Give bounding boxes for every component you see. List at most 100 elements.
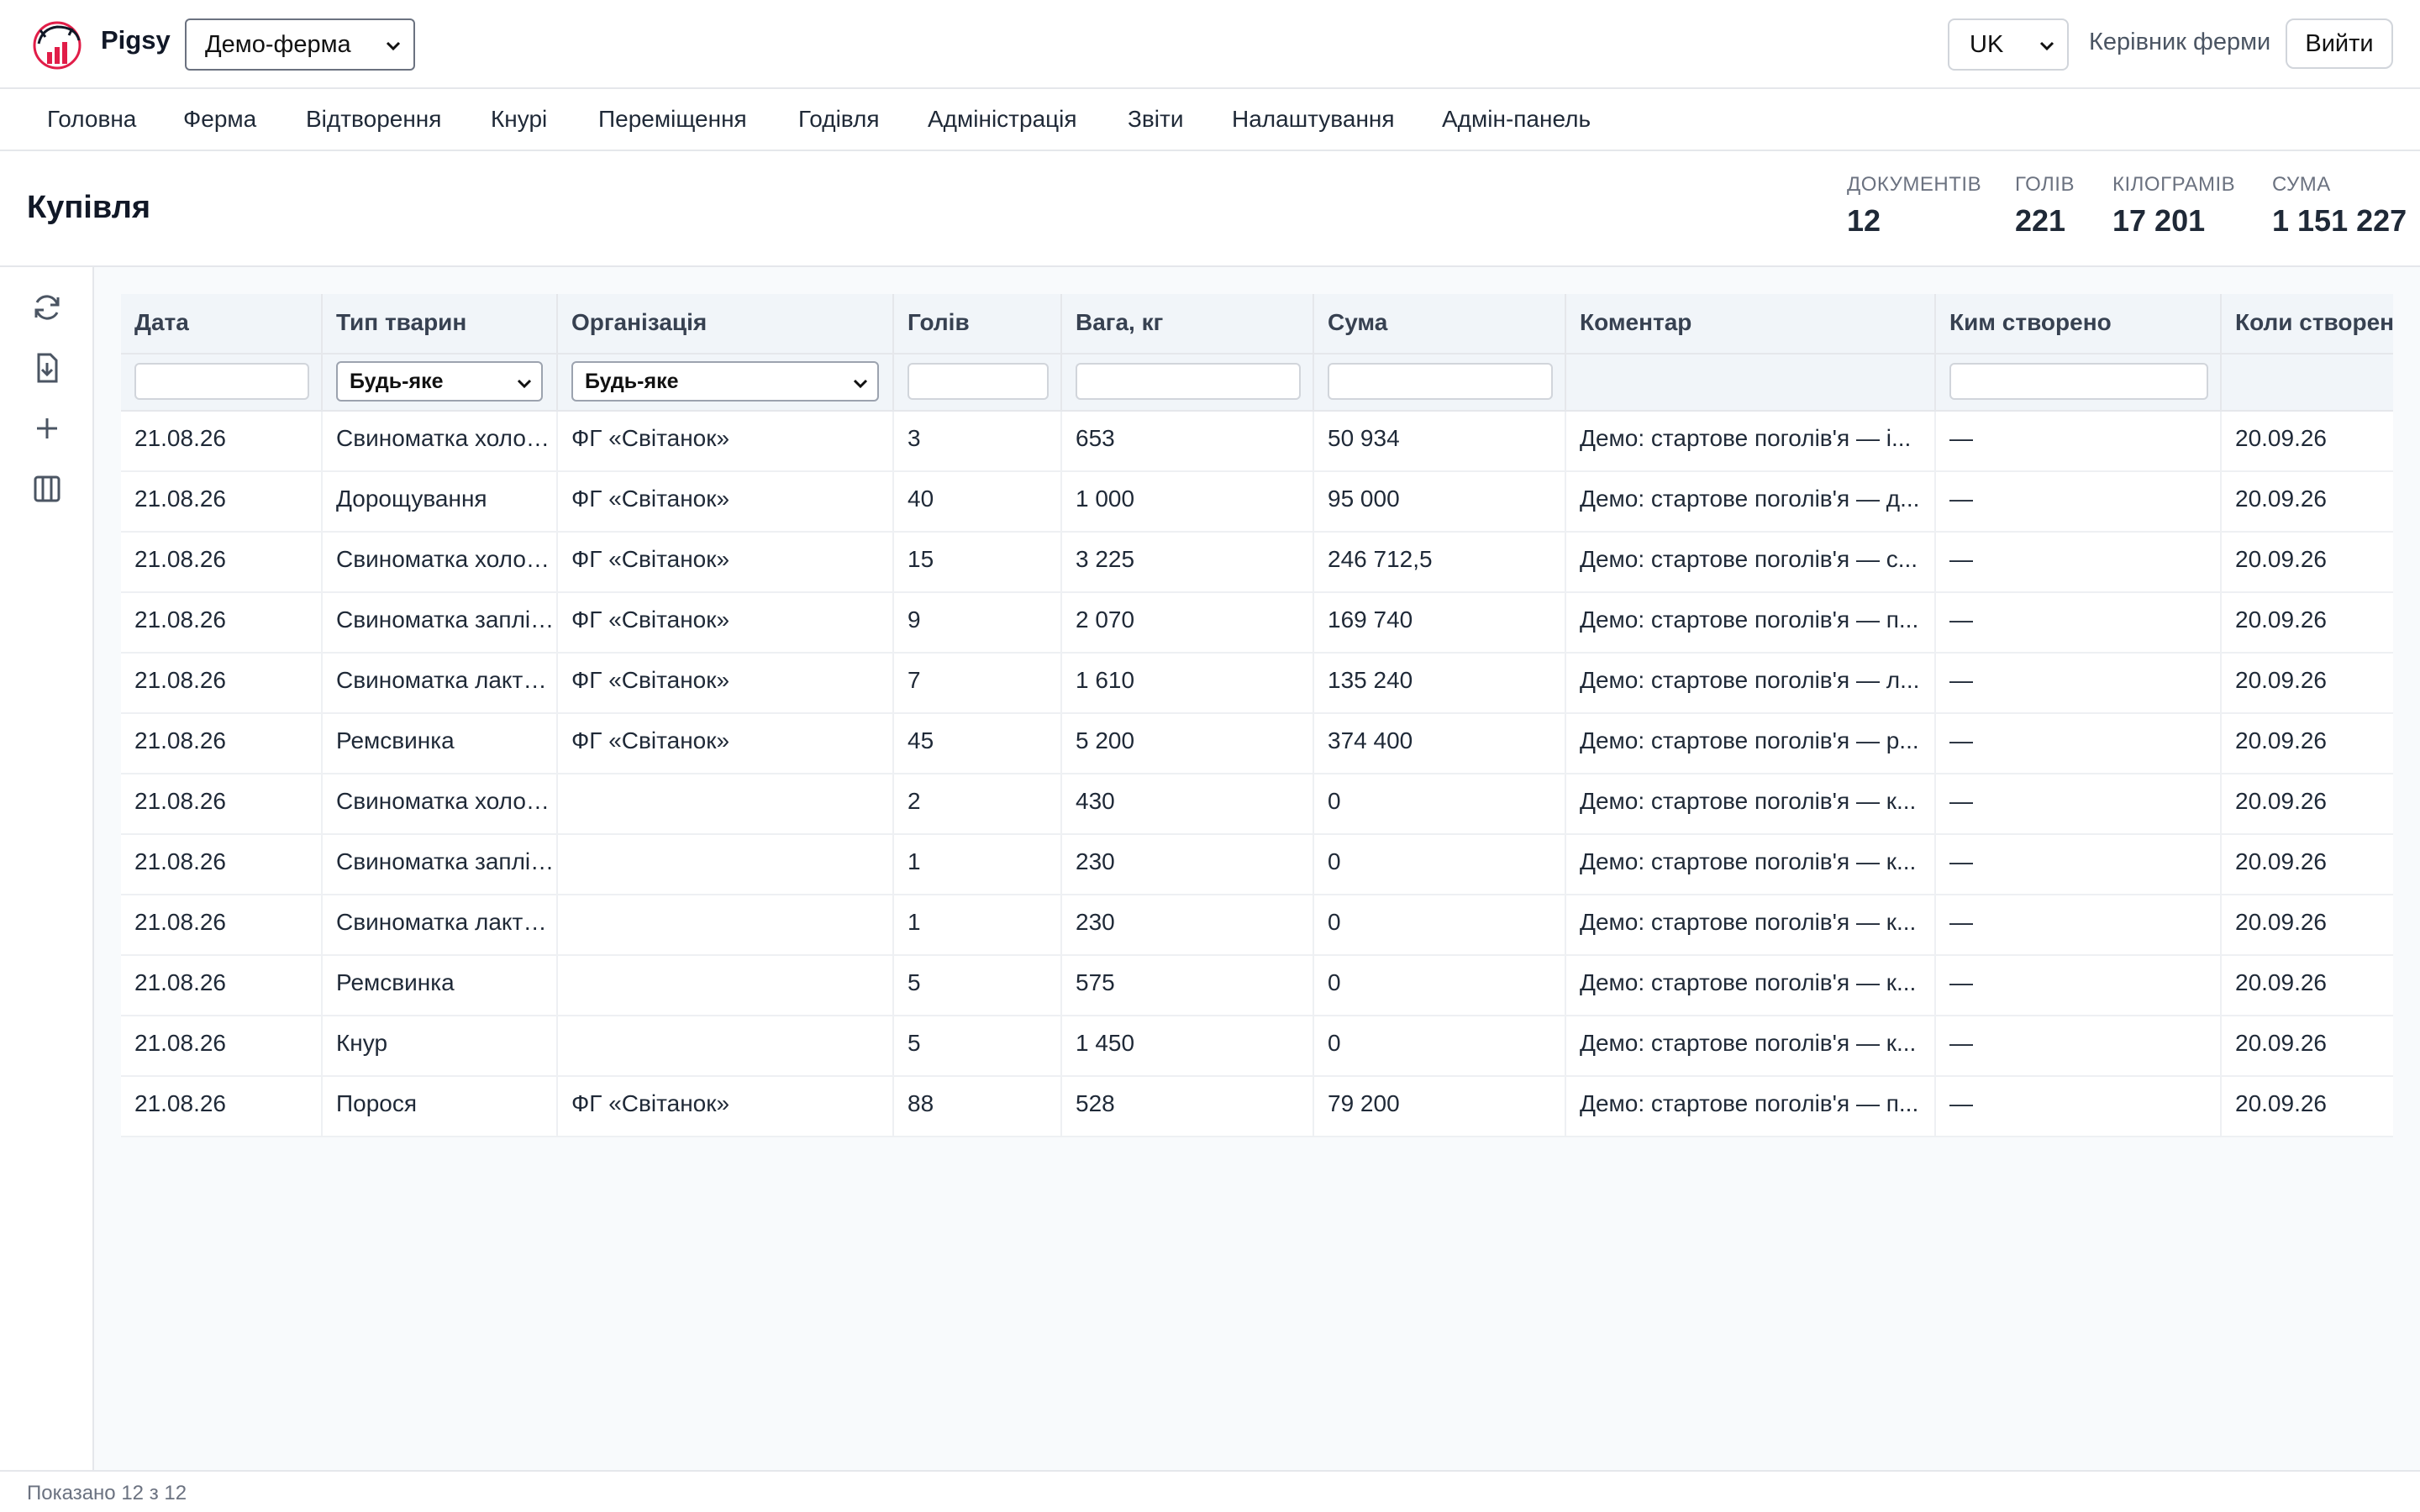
pigsy-logo-icon[interactable] [29, 18, 86, 72]
download-icon[interactable] [30, 351, 64, 385]
cell-created-by: — [1936, 895, 2222, 956]
cell-weight: 430 [1062, 774, 1314, 835]
user-role-link[interactable]: Керівник ферми [2089, 29, 2270, 56]
stat-kilograms-label: КІЛОГРАМІВ [2112, 173, 2236, 196]
cell-created-at: 20.09.26 [2222, 956, 2393, 1016]
table-row[interactable]: 21.08.26Свиноматка запліднена 12300Демо: … [121, 835, 2393, 895]
cell-organization [558, 835, 894, 895]
cell-organization: ФГ «Світанок» [558, 412, 894, 472]
column-header-sum[interactable]: Сума [1314, 294, 1566, 354]
filter-input-sum[interactable] [1328, 363, 1553, 400]
page-title: Купівля [27, 190, 151, 225]
column-header-animal-type[interactable]: Тип тварин [323, 294, 558, 354]
plus-icon[interactable] [30, 412, 64, 445]
filter-input-created-by[interactable] [1949, 363, 2208, 400]
column-header-created-at[interactable]: Коли створено [2222, 294, 2393, 354]
cell-created-by: — [1936, 1016, 2222, 1077]
cell-sum: 50 934 [1314, 412, 1566, 472]
cell-date: 21.08.26 [121, 472, 323, 533]
purchases-table: Дата Тип тварин Організація Голів Вага, кг Су… [121, 294, 2393, 1137]
filter-cell-organization: Будь-яке [558, 354, 894, 412]
table-row[interactable]: 21.08.26 Дорощування ФГ «Світанок» 40 1 000 9… [121, 472, 2393, 533]
cell-comment: Демо: стартове поголів'я — к... [1566, 956, 1936, 1016]
cell-created-by: — [1936, 412, 2222, 472]
refresh-icon[interactable] [30, 291, 64, 324]
cell-heads: 3 [894, 412, 1062, 472]
filter-input-date[interactable] [134, 363, 309, 400]
nav-item-feeding[interactable]: Годівля [798, 106, 880, 133]
filter-select-organization[interactable]: Будь-яке [571, 361, 879, 402]
table-row[interactable]: 21.08.26 Свиноматка лактуюча ФГ «Світанок»… [121, 654, 2393, 714]
table-row[interactable]: 21.08.26 Ремсвинка ФГ «Світанок» 45 5 200 374… [121, 714, 2393, 774]
stat-documents-value: 12 [1847, 203, 1881, 238]
cell-sum: 374 400 [1314, 714, 1566, 774]
language-select-value: UK [1970, 30, 2004, 58]
cell-animal-type: Порося [323, 1077, 558, 1137]
filter-input-weight[interactable] [1076, 363, 1301, 400]
cell-created-at: 20.09.26 [2222, 593, 2393, 654]
table-header-row: Дата Тип тварин Організація Голів Вага, кг Су… [121, 294, 2393, 354]
cell-weight: 2 070 [1062, 593, 1314, 654]
cell-heads: 1 [894, 835, 1062, 895]
cell-heads: 45 [894, 714, 1062, 774]
table-row[interactable]: 21.08.26 Свиноматка лактуюча 1 230 0 Демо: ст… [121, 895, 2393, 956]
cell-weight: 1 450 [1062, 1016, 1314, 1077]
table-row[interactable]: 21.08.26 Свиноматка холостa ФГ «Світанок» 3… [121, 412, 2393, 472]
cell-organization: ФГ «Світанок» [558, 472, 894, 533]
table-row[interactable]: 21.08.26 Порося ФГ «Світанок» 88 528 79 200 Де… [121, 1077, 2393, 1137]
table-row[interactable]: 21.08.26Свиноматка заплідненаФГ «Світано… [121, 593, 2393, 654]
nav-item-farm[interactable]: Ферма [183, 106, 256, 133]
cell-sum: 0 [1314, 1016, 1566, 1077]
column-header-created-by[interactable]: Ким створено [1936, 294, 2222, 354]
cell-organization: ФГ «Світанок» [558, 654, 894, 714]
stat-documents-label: ДОКУМЕНТІВ [1847, 173, 1982, 196]
app-name: Pigsy [101, 25, 171, 55]
filter-cell-date [121, 354, 323, 412]
language-select[interactable]: UK [1948, 18, 2069, 71]
cell-date: 21.08.26 [121, 654, 323, 714]
nav-item-reports[interactable]: Звіти [1128, 106, 1183, 133]
column-header-comment[interactable]: Коментар [1566, 294, 1936, 354]
nav-item-boars[interactable]: Кнурі [491, 106, 547, 133]
cell-comment: Демо: стартове поголів'я — к... [1566, 835, 1936, 895]
logout-button[interactable]: Вийти [2286, 18, 2393, 69]
table-row[interactable]: 21.08.26 Кнур 5 1 450 0 Демо: стартове поголі… [121, 1016, 2393, 1077]
stat-kilograms-value: 17 201 [2112, 203, 2206, 238]
filter-cell-animal-type: Будь-яке [323, 354, 558, 412]
nav-item-home[interactable]: Головна [47, 106, 136, 133]
nav-item-movements[interactable]: Переміщення [598, 106, 747, 133]
cell-date: 21.08.26 [121, 533, 323, 593]
column-header-heads[interactable]: Голів [894, 294, 1062, 354]
chevron-down-icon [386, 41, 401, 51]
column-header-organization[interactable]: Організація [558, 294, 894, 354]
cell-animal-type: Свиноматка холостa [323, 412, 558, 472]
stat-sum-label: СУМА [2272, 173, 2331, 196]
stat-sum-value: 1 151 227 [2272, 203, 2407, 238]
columns-icon[interactable] [30, 472, 64, 506]
cell-heads: 7 [894, 654, 1062, 714]
cell-date: 21.08.26 [121, 956, 323, 1016]
cell-created-at: 20.09.26 [2222, 1016, 2393, 1077]
cell-organization [558, 774, 894, 835]
cell-date: 21.08.26 [121, 895, 323, 956]
column-header-date[interactable]: Дата [121, 294, 323, 354]
column-header-weight[interactable]: Вага, кг [1062, 294, 1314, 354]
table-row[interactable]: 21.08.26 Свиноматка холостa ФГ «Світанок» 1… [121, 533, 2393, 593]
cell-organization: ФГ «Світанок» [558, 1077, 894, 1137]
nav-item-reproduction[interactable]: Відтворення [306, 106, 441, 133]
table-row[interactable]: 21.08.26 Свиноматка холостa 2 430 0 Демо: ста… [121, 774, 2393, 835]
cell-created-by: — [1936, 533, 2222, 593]
cell-created-at: 20.09.26 [2222, 654, 2393, 714]
nav-item-settings[interactable]: Налаштування [1232, 106, 1395, 133]
filter-input-heads[interactable] [908, 363, 1049, 400]
nav-item-administration[interactable]: Адміністрація [928, 106, 1077, 133]
filter-cell-created-by [1936, 354, 2222, 412]
filter-cell-created-at [2222, 354, 2393, 412]
table-row[interactable]: 21.08.26 Ремсвинка 5 575 0 Демо: стартове пог… [121, 956, 2393, 1016]
page-header: Купівля ДОКУМЕНТІВ 12 ГОЛІВ 221 КІЛОГРАМ… [0, 151, 2420, 267]
nav-item-admin-panel[interactable]: Адмін-панель [1442, 106, 1591, 133]
cell-organization [558, 1016, 894, 1077]
filter-select-animal-type[interactable]: Будь-яке [336, 361, 543, 402]
chevron-down-icon [517, 379, 532, 389]
farm-select[interactable]: Демо-ферма [185, 18, 415, 71]
